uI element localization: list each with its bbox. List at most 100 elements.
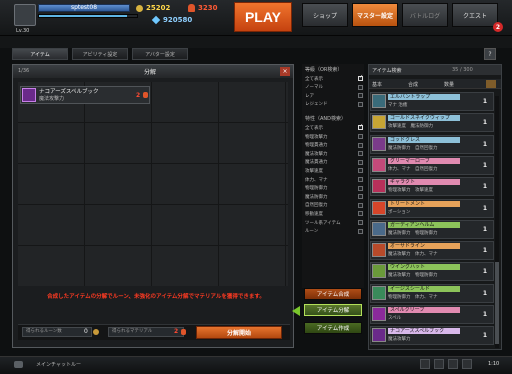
nav-quest-button[interactable]: クエスト [452, 3, 498, 27]
item-icon [372, 179, 386, 194]
username: sptest08 [70, 4, 98, 11]
item-qty: 1 [482, 183, 488, 191]
filter-label: 攻撃速度 [305, 168, 323, 174]
item-icon [372, 328, 386, 343]
sort-basic[interactable]: 基本 [372, 81, 382, 88]
play-button[interactable]: PLAY [234, 2, 292, 32]
start-decompose-button[interactable]: 分解開始 [196, 326, 282, 339]
filter-checkbox[interactable] [358, 134, 363, 139]
sub-nav [0, 36, 512, 48]
item-icon [372, 307, 386, 321]
attribute-filter-row[interactable]: 物理貫通力 [305, 142, 363, 149]
filter-label: ノーマル [305, 85, 323, 91]
tab-avatar-settings[interactable]: アバター設定 [132, 48, 188, 60]
chat-icon[interactable] [14, 361, 23, 368]
item-name: エルバントラップ [388, 94, 460, 100]
item-icon [372, 221, 386, 236]
mode-craft-button[interactable]: アイテム作成 [304, 322, 362, 334]
menu-icon[interactable] [420, 359, 430, 369]
item-name: ギャラクト [388, 179, 460, 186]
panel-title: 分解 [143, 69, 156, 76]
attribute-filter-row[interactable]: 魔法攻撃力 [305, 150, 363, 157]
item-icon [372, 136, 386, 151]
filter-checkbox[interactable] [358, 177, 363, 182]
item-name: ナコアーズスペルブック [388, 328, 460, 335]
item-qty: 1 [482, 98, 488, 105]
filter-checkbox[interactable] [358, 220, 363, 225]
attribute-filter-row[interactable]: 魔法防御力 [305, 193, 363, 200]
attribute-filter-row[interactable]: 移動速度 [305, 210, 363, 217]
attribute-filter-row[interactable]: 全て表示 [305, 124, 363, 131]
item-icon [372, 200, 386, 215]
filter-group-title: 等級（OR検索） [305, 67, 343, 73]
attribute-filter-row[interactable]: 自然回復力 [305, 202, 363, 209]
filter-checkbox[interactable] [358, 101, 363, 107]
tab-ability-settings[interactable]: アビリティ設定 [72, 48, 128, 60]
filter-checkbox[interactable] [358, 159, 363, 165]
nav-shop-button[interactable]: ショップ [302, 3, 348, 27]
scroll-thumb[interactable] [495, 262, 499, 344]
settings-icon[interactable] [448, 359, 458, 369]
decompose-notice: 合成したアイテムの分解でルーン、未強化のアイテム分解でマテリアルを獲得できます。 [47, 294, 265, 300]
attribute-filter-row[interactable]: 物理防御力 [305, 185, 363, 192]
filter-checkbox[interactable] [358, 168, 363, 174]
rarity-filter-row[interactable]: レジェンド [305, 101, 363, 108]
sort-quantity[interactable]: 数量 [444, 81, 454, 88]
rune-icon [93, 329, 99, 335]
item-qty: 1 [482, 268, 488, 276]
filter-label: 物理貫通力 [305, 143, 328, 149]
attribute-filter-row[interactable]: ルーン [305, 228, 363, 235]
filter-label: 物理攻撃力 [305, 134, 328, 140]
item-icon [372, 285, 386, 300]
help-button[interactable]: ? [484, 48, 496, 60]
tab-item[interactable]: アイテム [12, 48, 68, 60]
gem-amount: 920580 [163, 16, 193, 24]
attribute-filter-row[interactable]: 体力、マナ [305, 176, 363, 183]
item-tags: マナ 治癒 [388, 103, 408, 108]
filter-checkbox[interactable] [358, 211, 363, 217]
nav-master-settings-button[interactable]: マスター設定 [352, 3, 398, 27]
item-list-sort-bar [369, 79, 501, 89]
filter-checkbox[interactable] [358, 125, 363, 131]
chat-room-label[interactable]: メインチャットルー [36, 361, 81, 368]
nav-battle-log-button[interactable]: バトルログ [402, 3, 448, 27]
filter-checkbox[interactable] [358, 84, 363, 90]
material-count-value: 2 [174, 328, 179, 335]
item-qty: 1 [482, 247, 488, 255]
item-icon [372, 243, 386, 258]
filter-checkbox[interactable] [358, 228, 363, 234]
filter-checkbox[interactable] [358, 151, 363, 157]
friends-icon[interactable] [434, 359, 444, 369]
rarity-filter-row[interactable]: ノーマル [305, 84, 363, 91]
item-icon [372, 115, 386, 130]
fire-icon [188, 4, 195, 12]
grid-view-icon[interactable] [486, 80, 496, 88]
mode-synthesis-button[interactable]: アイテム合成 [304, 288, 362, 300]
filter-checkbox[interactable] [358, 93, 363, 99]
filter-checkbox[interactable] [358, 202, 363, 208]
attribute-filter-row[interactable]: 攻撃速度 [305, 167, 363, 174]
avatar[interactable] [14, 4, 36, 26]
attribute-filter-row[interactable]: 魔法貫通力 [305, 159, 363, 166]
item-qty: 1 [482, 289, 488, 297]
window-icon[interactable] [462, 359, 472, 369]
filter-checkbox[interactable] [358, 194, 363, 200]
item-qty: 1 [482, 311, 488, 318]
mode-decompose-button[interactable]: アイテム分解 [304, 304, 362, 316]
item-name: オーサドライン [388, 243, 460, 250]
rarity-filter-row[interactable]: レア [305, 92, 363, 99]
filter-checkbox[interactable] [358, 185, 363, 191]
filter-label: レジェンド [305, 102, 328, 108]
attribute-filter-row[interactable]: ツール系アイテム [305, 219, 363, 226]
sort-combine[interactable]: 合成 [408, 81, 418, 88]
filter-checkbox[interactable] [358, 142, 363, 148]
filter-label: レア [305, 93, 314, 99]
close-icon[interactable]: × [280, 67, 290, 76]
rarity-filter-row[interactable]: 全て表示 [305, 75, 363, 82]
filter-label: 物理防御力 [305, 186, 328, 192]
filter-checkbox[interactable] [358, 76, 363, 81]
material-count-field: 得られるマテリアル [108, 327, 184, 337]
attribute-filter-row[interactable]: 物理攻撃力 [305, 133, 363, 140]
rune-count-field: 得られるルーン数 [22, 327, 92, 337]
item-tags: 魔法攻撃力 [388, 337, 411, 343]
